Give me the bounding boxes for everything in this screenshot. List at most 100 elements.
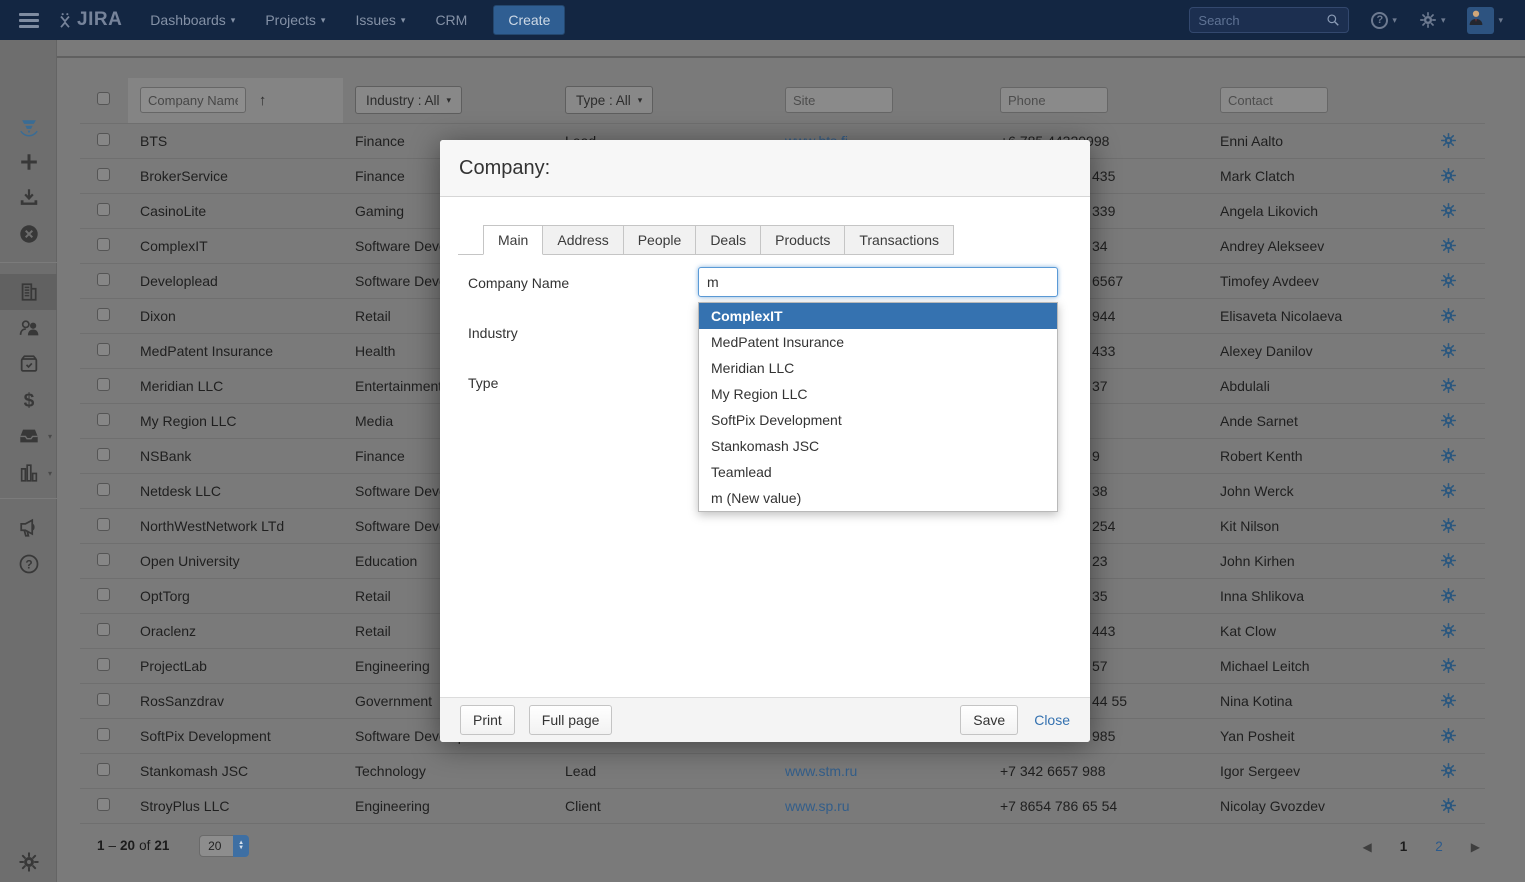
products-icon[interactable]	[0, 346, 57, 382]
row-actions-gear-icon[interactable]	[1440, 447, 1457, 464]
row-actions-gear-icon[interactable]	[1440, 167, 1457, 184]
row-checkbox[interactable]	[97, 238, 110, 251]
row-checkbox[interactable]	[97, 483, 110, 496]
row-checkbox[interactable]	[97, 308, 110, 321]
full-page-button[interactable]: Full page	[529, 705, 613, 735]
tab-deals[interactable]: Deals	[696, 225, 761, 255]
row-actions-gear-icon[interactable]	[1440, 727, 1457, 744]
row-checkbox[interactable]	[97, 553, 110, 566]
create-button[interactable]: Create	[493, 5, 565, 35]
company-name-cell[interactable]: CasinoLite	[128, 193, 343, 228]
company-name-cell[interactable]: Meridian LLC	[128, 368, 343, 403]
row-actions-gear-icon[interactable]	[1440, 482, 1457, 499]
company-name-cell[interactable]: Open University	[128, 543, 343, 578]
row-checkbox[interactable]	[97, 658, 110, 671]
row-actions-gear-icon[interactable]	[1440, 237, 1457, 254]
company-name-cell[interactable]: SoftPix Development	[128, 718, 343, 753]
industry-filter-button[interactable]: Industry : All▾	[355, 86, 462, 114]
nav-item-projects[interactable]: Projects▾	[265, 12, 325, 28]
page-2[interactable]: 2	[1435, 839, 1443, 854]
nav-item-dashboards[interactable]: Dashboards▾	[150, 12, 235, 28]
row-actions-gear-icon[interactable]	[1440, 657, 1457, 674]
nav-item-crm[interactable]: CRM	[435, 12, 467, 28]
contacts-icon[interactable]	[0, 310, 57, 346]
crm-logo-icon[interactable]	[0, 110, 57, 146]
row-actions-gear-icon[interactable]	[1440, 272, 1457, 289]
row-checkbox[interactable]	[97, 203, 110, 216]
menu-icon[interactable]	[0, 13, 57, 28]
row-checkbox[interactable]	[97, 588, 110, 601]
phone-filter-input[interactable]	[1000, 87, 1108, 113]
dropdown-option[interactable]: Meridian LLC	[699, 355, 1057, 381]
row-actions-gear-icon[interactable]	[1440, 377, 1457, 394]
site-link[interactable]: www.stm.ru	[785, 763, 857, 779]
dropdown-option[interactable]: m (New value)	[699, 485, 1057, 511]
dropdown-option[interactable]: MedPatent Insurance	[699, 329, 1057, 355]
type-filter-button[interactable]: Type : All▾	[565, 86, 653, 114]
company-name-cell[interactable]: RosSanzdrav	[128, 683, 343, 718]
user-menu[interactable]: ▾	[1467, 7, 1503, 34]
site-link[interactable]: www.sp.ru	[785, 798, 850, 814]
row-checkbox[interactable]	[97, 623, 110, 636]
dropdown-option[interactable]: Stankomash JSC	[699, 433, 1057, 459]
row-checkbox[interactable]	[97, 343, 110, 356]
row-checkbox[interactable]	[97, 168, 110, 181]
row-actions-gear-icon[interactable]	[1440, 517, 1457, 534]
company-name-cell[interactable]: BTS	[128, 123, 343, 158]
row-checkbox[interactable]	[97, 273, 110, 286]
close-link[interactable]: Close	[1034, 712, 1070, 728]
tab-address[interactable]: Address	[543, 225, 623, 255]
tab-transactions[interactable]: Transactions	[845, 225, 954, 255]
company-name-filter-input[interactable]	[140, 87, 246, 113]
company-name-cell[interactable]: NSBank	[128, 438, 343, 473]
row-checkbox[interactable]	[97, 798, 110, 811]
row-actions-gear-icon[interactable]	[1440, 412, 1457, 429]
print-button[interactable]: Print	[460, 705, 515, 735]
company-name-cell[interactable]: Oraclenz	[128, 613, 343, 648]
contact-filter-input[interactable]	[1220, 87, 1328, 113]
sort-asc-icon[interactable]: ↑	[259, 92, 267, 109]
row-checkbox[interactable]	[97, 413, 110, 426]
dropdown-option[interactable]: SoftPix Development	[699, 407, 1057, 433]
row-checkbox[interactable]	[97, 763, 110, 776]
help-menu[interactable]: ? ▾	[1371, 12, 1397, 29]
finance-icon[interactable]	[0, 382, 57, 418]
jira-logo[interactable]: JIRA	[57, 9, 122, 31]
site-filter-input[interactable]	[785, 87, 893, 113]
add-icon[interactable]	[0, 144, 57, 180]
company-name-cell[interactable]: Netdesk LLC	[128, 473, 343, 508]
tab-main[interactable]: Main	[483, 225, 543, 255]
company-name-cell[interactable]: Developlead	[128, 263, 343, 298]
row-actions-gear-icon[interactable]	[1440, 622, 1457, 639]
archive-icon[interactable]: ▾	[0, 418, 57, 454]
company-name-cell[interactable]: ComplexIT	[128, 228, 343, 263]
row-actions-gear-icon[interactable]	[1440, 692, 1457, 709]
tab-products[interactable]: Products	[761, 225, 845, 255]
dropdown-option[interactable]: Teamlead	[699, 459, 1057, 485]
company-name-cell[interactable]: Dixon	[128, 298, 343, 333]
row-checkbox[interactable]	[97, 728, 110, 741]
search-input[interactable]	[1198, 13, 1326, 28]
row-actions-gear-icon[interactable]	[1440, 762, 1457, 779]
cancel-icon[interactable]	[0, 216, 57, 252]
row-checkbox[interactable]	[97, 378, 110, 391]
company-name-cell[interactable]: BrokerService	[128, 158, 343, 193]
company-name-cell[interactable]: My Region LLC	[128, 403, 343, 438]
save-button[interactable]: Save	[960, 705, 1018, 735]
company-name-cell[interactable]: MedPatent Insurance	[128, 333, 343, 368]
prev-page-button[interactable]: ◀	[1363, 840, 1372, 854]
company-name-cell[interactable]: OptTorg	[128, 578, 343, 613]
dropdown-option[interactable]: My Region LLC	[699, 381, 1057, 407]
admin-menu[interactable]: ▾	[1419, 11, 1446, 29]
companies-icon[interactable]	[0, 274, 57, 310]
announcements-icon[interactable]	[0, 510, 57, 546]
company-name-cell[interactable]: StroyPlus LLC	[128, 788, 343, 823]
page-size-select[interactable]: 20 ▲▼	[199, 835, 249, 857]
help-icon[interactable]	[0, 546, 57, 582]
row-checkbox[interactable]	[97, 448, 110, 461]
reports-icon[interactable]: ▾	[0, 455, 57, 491]
row-actions-gear-icon[interactable]	[1440, 587, 1457, 604]
company-name-cell[interactable]: ProjectLab	[128, 648, 343, 683]
tab-people[interactable]: People	[624, 225, 697, 255]
company-name-input[interactable]	[698, 267, 1058, 297]
